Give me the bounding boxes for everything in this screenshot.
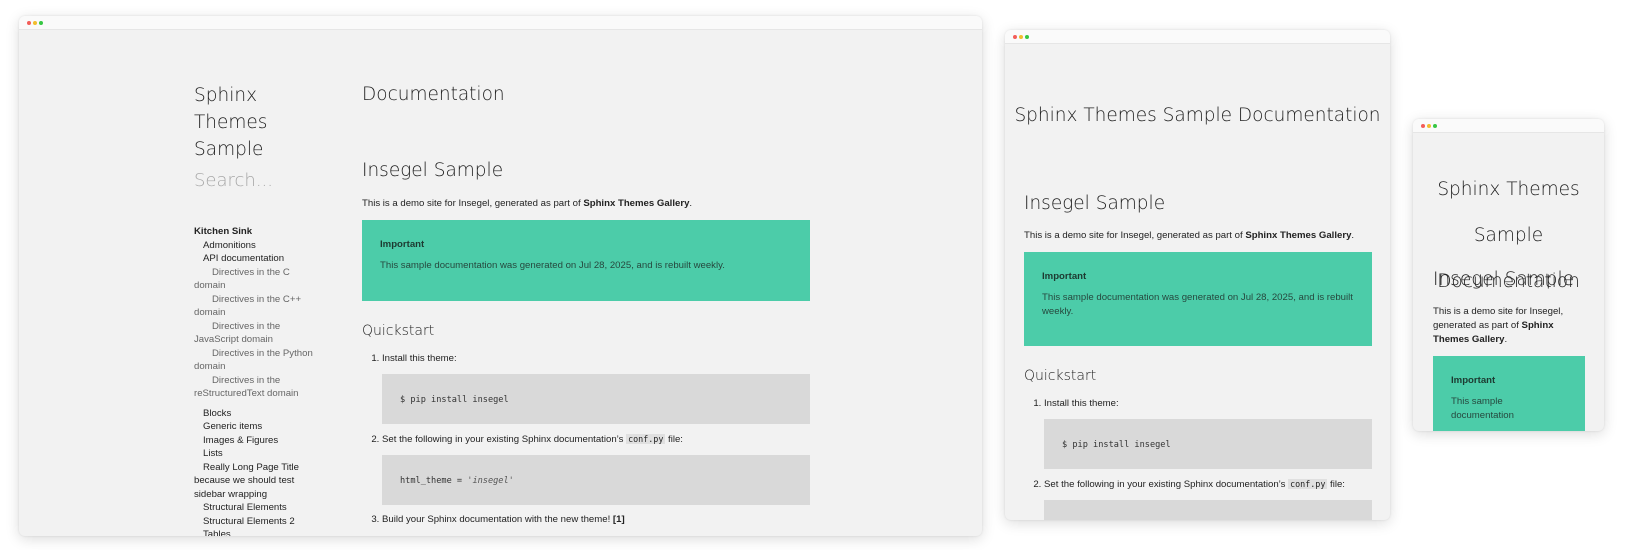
sidebar-item-blocks[interactable]: Blocks: [194, 407, 322, 421]
footnote-ref[interactable]: [1]: [613, 514, 625, 525]
sidebar-item-kitchen-sink[interactable]: Kitchen Sink: [194, 225, 322, 239]
window-titlebar: [19, 16, 982, 30]
intro-paragraph: This is a demo site for Insegel, generat…: [1433, 305, 1585, 347]
quickstart-heading: Quickstart: [1024, 368, 1097, 384]
gallery-link[interactable]: Sphinx Themes Gallery: [1245, 230, 1351, 241]
close-window-icon[interactable]: [1013, 35, 1017, 39]
documentation-heading: Documentation: [362, 84, 505, 105]
page-content: Sphinx Themes Sample Documentation Inseg…: [1005, 44, 1390, 520]
sidebar-item-structural-elements[interactable]: Structural Elements: [194, 501, 322, 515]
page-title: Insegel Sample: [362, 160, 504, 181]
quickstart-steps: Install this theme: $ pip install insege…: [362, 352, 810, 527]
code-block: $ pip install insegel: [382, 374, 810, 424]
sidebar-item-admonitions[interactable]: Admonitions: [194, 239, 322, 253]
code-block: html_theme = 'insegel': [382, 455, 810, 505]
sidebar-nav: Kitchen Sink Admonitions API documentati…: [194, 225, 322, 536]
page-title: Insegel Sample: [1024, 193, 1166, 214]
step-text-suffix: file:: [665, 434, 683, 445]
main-content: Documentation Insegel Sample This is a d…: [362, 82, 810, 527]
sidebar-item-structural-elements-2[interactable]: Structural Elements 2: [194, 515, 322, 529]
browser-window-mobile: Sphinx Themes Sample Documentation Inseg…: [1413, 119, 1604, 431]
admonition-title: Important: [1451, 375, 1496, 386]
intro-paragraph: This is a demo site for Insegel, generat…: [1024, 229, 1372, 243]
site-title-line1: Sphinx Themes: [194, 85, 268, 133]
step-text: Install this theme:: [1044, 398, 1119, 409]
inline-code: conf.py: [626, 434, 666, 444]
site-title-line2: Sample: [194, 139, 264, 160]
inline-code: conf.py: [1288, 479, 1328, 489]
intro-suffix: .: [1351, 230, 1355, 241]
sidebar-item-api-documentation[interactable]: API documentation: [194, 252, 322, 266]
sidebar-item-python-domain[interactable]: Directives in the Python domain: [194, 347, 322, 374]
page-content: Sphinx Themes Sample Search... Kitchen S…: [19, 30, 982, 536]
code-block: $ pip install insegel: [1044, 419, 1372, 469]
step-text-suffix: file:: [1327, 479, 1345, 490]
list-item: Set the following in your existing Sphin…: [1044, 477, 1372, 520]
close-window-icon[interactable]: [27, 21, 31, 25]
intro-suffix: .: [1504, 334, 1508, 345]
site-title[interactable]: Sphinx Themes Sample: [194, 82, 334, 163]
gallery-link[interactable]: Sphinx Themes Gallery: [583, 198, 689, 209]
sidebar-item-c-domain[interactable]: Directives in the C domain: [194, 266, 322, 293]
important-admonition: Important This sample documentation: [1433, 356, 1585, 431]
step-text: Install this theme:: [382, 353, 457, 364]
sidebar-item-long-title[interactable]: Really Long Page Title because we should…: [194, 461, 322, 502]
list-item: Set the following in your existing Sphin…: [382, 432, 810, 505]
admonition-body: This sample documentation was generated …: [380, 260, 725, 271]
search-input[interactable]: Search...: [194, 170, 273, 191]
minimize-window-icon[interactable]: [1019, 35, 1023, 39]
intro-text: This is a demo site for Insegel, generat…: [362, 198, 584, 209]
code-value: 'insegel': [467, 476, 514, 486]
sidebar-item-rst-domain[interactable]: Directives in the reStructuredText domai…: [194, 374, 322, 401]
window-titlebar: [1005, 30, 1390, 44]
browser-window-desktop: Sphinx Themes Sample Search... Kitchen S…: [19, 16, 982, 536]
main-content: Insegel Sample This is a demo site for I…: [1433, 267, 1585, 431]
minimize-window-icon[interactable]: [1427, 124, 1431, 128]
window-controls: [1013, 35, 1029, 39]
window-controls: [1421, 124, 1437, 128]
main-content: Insegel Sample This is a demo site for I…: [1024, 191, 1372, 520]
important-admonition: Important This sample documentation was …: [1024, 252, 1372, 346]
maximize-window-icon[interactable]: [39, 21, 43, 25]
maximize-window-icon[interactable]: [1433, 124, 1437, 128]
quickstart-heading: Quickstart: [362, 323, 435, 339]
sidebar-item-tables[interactable]: Tables: [194, 528, 322, 536]
page-content: Sphinx Themes Sample Documentation Inseg…: [1413, 133, 1604, 431]
window-titlebar: [1413, 119, 1604, 133]
window-controls: [27, 21, 43, 25]
minimize-window-icon[interactable]: [33, 21, 37, 25]
admonition-title: Important: [1042, 271, 1087, 282]
step-text: Set the following in your existing Sphin…: [1044, 479, 1289, 490]
site-title[interactable]: Sphinx Themes Sample Documentation: [1005, 93, 1390, 139]
step-text: Build your Sphinx documentation with the…: [382, 514, 613, 525]
list-item: Install this theme: $ pip install insege…: [382, 352, 810, 424]
browser-window-tablet: Sphinx Themes Sample Documentation Inseg…: [1005, 30, 1390, 520]
close-window-icon[interactable]: [1421, 124, 1425, 128]
step-text: Set the following in your existing Sphin…: [382, 434, 627, 445]
page-title: Insegel Sample: [1433, 269, 1575, 290]
admonition-title: Important: [380, 239, 425, 250]
sidebar-item-lists[interactable]: Lists: [194, 447, 322, 461]
admonition-body: This sample documentation was generated …: [1042, 292, 1353, 317]
code-block: [1044, 500, 1372, 520]
sidebar-item-javascript-domain[interactable]: Directives in the JavaScript domain: [194, 320, 322, 347]
important-admonition: Important This sample documentation was …: [362, 220, 810, 301]
code-key: html_theme =: [400, 476, 468, 486]
intro-text: This is a demo site for Insegel, generat…: [1024, 230, 1246, 241]
list-item: Build your Sphinx documentation with the…: [382, 513, 810, 527]
sidebar-item-cpp-domain[interactable]: Directives in the C++ domain: [194, 293, 322, 320]
sidebar-item-generic-items[interactable]: Generic items: [194, 420, 322, 434]
intro-paragraph: This is a demo site for Insegel, generat…: [362, 197, 810, 211]
sidebar-item-images-figures[interactable]: Images & Figures: [194, 434, 322, 448]
maximize-window-icon[interactable]: [1025, 35, 1029, 39]
intro-suffix: .: [689, 198, 693, 209]
quickstart-steps: Install this theme: $ pip install insege…: [1024, 397, 1372, 520]
admonition-body: This sample documentation: [1451, 396, 1514, 421]
list-item: Install this theme: $ pip install insege…: [1044, 397, 1372, 469]
